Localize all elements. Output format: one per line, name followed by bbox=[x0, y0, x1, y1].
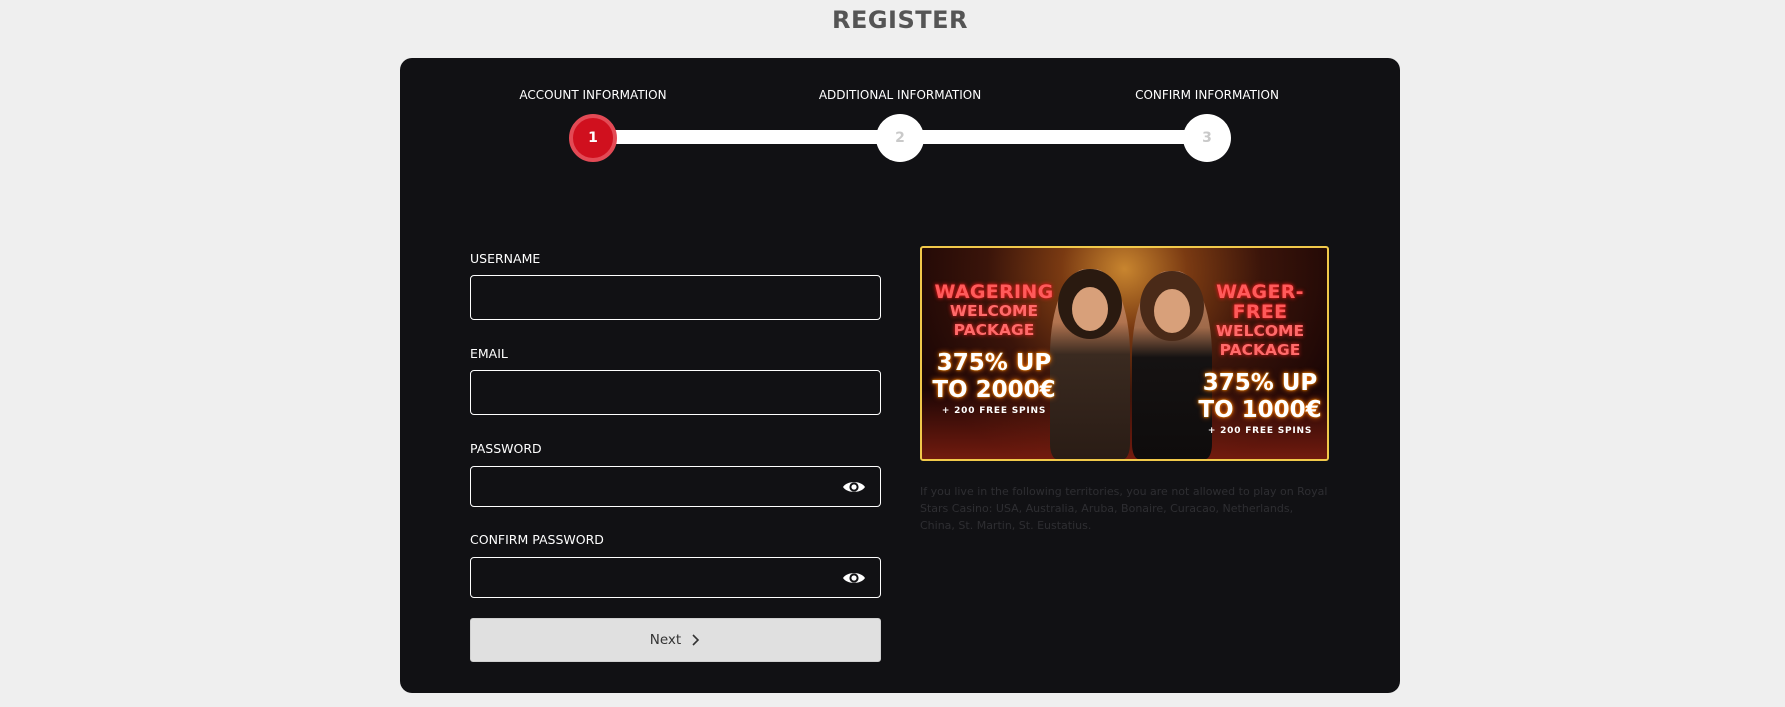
confirm-password-label: CONFIRM PASSWORD bbox=[470, 532, 604, 547]
eye-icon[interactable] bbox=[842, 569, 866, 587]
eye-icon[interactable] bbox=[842, 478, 866, 496]
banner-heading: WAGER-FREE bbox=[1216, 281, 1304, 323]
password-label: PASSWORD bbox=[470, 441, 542, 456]
next-button[interactable]: Next bbox=[470, 618, 881, 662]
username-field-box bbox=[470, 275, 881, 320]
email-label: EMAIL bbox=[470, 346, 508, 361]
banner-subheading: WELCOME bbox=[1215, 322, 1305, 340]
banner-offer-wagering: WAGERING WELCOME PACKAGE 375% UP TO 2000… bbox=[924, 282, 1064, 416]
step-label-additional: ADDITIONAL INFORMATION bbox=[818, 88, 982, 102]
password-field-box bbox=[470, 466, 881, 507]
banner-offer-line: 375% UP bbox=[936, 350, 1052, 376]
email-field-box bbox=[470, 370, 881, 415]
username-input[interactable] bbox=[471, 276, 880, 319]
chevron-right-icon bbox=[692, 634, 700, 646]
step-circle-1: 1 bbox=[569, 114, 617, 162]
step-label-account: ACCOUNT INFORMATION bbox=[519, 88, 667, 102]
step-label-confirm: CONFIRM INFORMATION bbox=[1135, 88, 1279, 102]
step-circle-3: 3 bbox=[1183, 114, 1231, 162]
banner-offer-wager-free: WAGER-FREE WELCOME PACKAGE 375% UP TO 10… bbox=[1190, 281, 1327, 436]
banner-subheading: PACKAGE bbox=[1219, 341, 1301, 359]
banner-spins: + 200 FREE SPINS bbox=[941, 406, 1047, 416]
register-panel: ACCOUNT INFORMATION ADDITIONAL INFORMATI… bbox=[400, 58, 1400, 693]
password-input[interactable] bbox=[471, 467, 880, 506]
banner-offer-line: TO 2000€ bbox=[932, 377, 1056, 403]
confirm-password-field-box bbox=[470, 557, 881, 598]
banner-subheading: PACKAGE bbox=[953, 321, 1035, 339]
banner-subheading: WELCOME bbox=[949, 302, 1039, 320]
next-button-label: Next bbox=[649, 632, 682, 648]
email-input[interactable] bbox=[471, 371, 880, 414]
username-label: USERNAME bbox=[470, 251, 541, 266]
step-circle-2: 2 bbox=[876, 114, 924, 162]
page-title: REGISTER bbox=[831, 6, 969, 34]
promo-banner[interactable]: WAGERING WELCOME PACKAGE 375% UP TO 2000… bbox=[920, 246, 1329, 461]
banner-offer-line: TO 1000€ bbox=[1198, 397, 1322, 423]
banner-spins: + 200 FREE SPINS bbox=[1207, 426, 1313, 436]
banner-heading: WAGERING bbox=[934, 281, 1054, 303]
banner-offer-line: 375% UP bbox=[1202, 370, 1318, 396]
confirm-password-input[interactable] bbox=[471, 558, 880, 597]
territory-restriction-note: If you live in the following territories… bbox=[920, 485, 1328, 532]
